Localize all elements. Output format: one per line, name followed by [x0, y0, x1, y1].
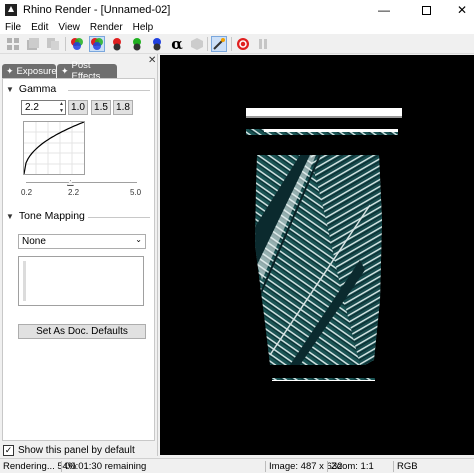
- green-ball-icon: [133, 38, 141, 51]
- menu-bar: File Edit View Render Help: [0, 20, 474, 34]
- divider: [68, 90, 150, 91]
- wand-button[interactable]: [211, 36, 227, 52]
- gamma-curve: [23, 121, 85, 175]
- slider-tick-mid: 2.2: [68, 188, 80, 197]
- maximize-button[interactable]: [408, 0, 444, 20]
- star-icon: ✦: [61, 65, 69, 76]
- tone-mapping-section-header[interactable]: ▼ Tone Mapping: [6, 210, 152, 222]
- rendered-image: [246, 108, 402, 381]
- window-title: Rhino Render - [Unnamed-02]: [23, 4, 171, 16]
- gamma-spinner[interactable]: ▲ ▼: [58, 101, 65, 114]
- tone-mapping-select[interactable]: None ⌄: [18, 234, 146, 249]
- status-separator: [265, 461, 266, 472]
- render-viewport[interactable]: [160, 55, 474, 455]
- tone-mapping-settings-box: [18, 256, 144, 306]
- tone-mapping-header-label: Tone Mapping: [18, 210, 85, 222]
- vase-foot-highlight: [272, 380, 375, 381]
- color-mode-text: RGB: [397, 461, 418, 472]
- vase-rim-shadow: [246, 116, 402, 118]
- tone-settings-scrollbar: [23, 261, 26, 301]
- show-panel-checkbox[interactable]: ✓: [3, 445, 14, 456]
- rgb-all-icon: [91, 38, 103, 50]
- spin-down-icon: ▼: [59, 107, 64, 114]
- grid-button[interactable]: [5, 36, 21, 52]
- collapse-icon: ▼: [6, 84, 14, 94]
- minimize-button[interactable]: —: [366, 0, 402, 20]
- menu-help[interactable]: Help: [128, 22, 159, 33]
- tab-exposure[interactable]: ✦ Exposure: [2, 64, 57, 78]
- material-icon: [191, 38, 203, 50]
- copy-icon: [27, 38, 39, 50]
- menu-render[interactable]: Render: [85, 22, 128, 33]
- grid-icon: [7, 38, 19, 50]
- vase-ring-highlight: [264, 129, 398, 132]
- slider-tick-min: 0.2: [21, 188, 33, 197]
- copy-button[interactable]: [25, 36, 41, 52]
- maximize-icon: [421, 5, 431, 15]
- minimize-icon: —: [378, 3, 390, 17]
- duplicate-icon: [47, 38, 59, 50]
- toolbar-separator: [231, 37, 232, 51]
- alpha-button[interactable]: α: [169, 35, 185, 53]
- toolbar-separator: [65, 37, 66, 51]
- menu-file[interactable]: File: [0, 22, 26, 33]
- stop-icon: [237, 38, 249, 50]
- close-button[interactable]: ✕: [444, 0, 474, 20]
- gamma-1.8-button[interactable]: 1.8: [113, 100, 133, 115]
- vase-rim-top: [246, 108, 402, 116]
- vase-body: [255, 155, 382, 365]
- slider-tick-max: 5.0: [130, 188, 142, 197]
- tone-mapping-value: None: [22, 236, 46, 247]
- show-panel-checkbox-row[interactable]: ✓ Show this panel by default: [3, 445, 135, 456]
- status-separator: [61, 461, 62, 472]
- material-button[interactable]: [189, 36, 205, 52]
- close-icon: ✕: [456, 3, 468, 17]
- wand-icon: [213, 38, 225, 50]
- time-remaining-text: 00:01:30 remaining: [65, 461, 147, 472]
- pause-button[interactable]: [255, 36, 271, 52]
- spin-up-icon: ▲: [59, 101, 64, 108]
- alpha-icon: α: [171, 35, 183, 53]
- rhino-render-window: Rhino Render - [Unnamed-02] — ✕ File Edi…: [0, 0, 474, 473]
- menu-edit[interactable]: Edit: [26, 22, 53, 33]
- stop-button[interactable]: [235, 36, 251, 52]
- blue-ball-icon: [153, 38, 161, 51]
- panel-tabs: ✦ Exposure ✦ Post Effects: [0, 60, 158, 82]
- gamma-section-header[interactable]: ▼ Gamma: [6, 83, 152, 95]
- red-ball-icon: [113, 38, 121, 51]
- gamma-value: 2.2: [25, 102, 39, 113]
- blue-channel-button[interactable]: [149, 36, 165, 52]
- status-separator: [327, 461, 328, 472]
- rgb-all-button[interactable]: [89, 36, 105, 52]
- star-icon: ✦: [6, 65, 14, 76]
- status-bar: Rendering... 54% 00:01:30 remaining Imag…: [0, 458, 474, 473]
- gamma-1.5-button[interactable]: 1.5: [91, 100, 111, 115]
- divider: [88, 217, 150, 218]
- chevron-down-icon: ⌄: [135, 235, 142, 244]
- rgb-channel-icon: [71, 38, 83, 50]
- rgb-button[interactable]: [69, 36, 85, 52]
- pause-icon: [259, 39, 267, 49]
- title-bar: Rhino Render - [Unnamed-02] — ✕: [0, 0, 474, 20]
- tab-post-effects[interactable]: ✦ Post Effects: [57, 60, 117, 82]
- toolbar: α: [0, 34, 474, 54]
- toolbar-separator: [207, 37, 208, 51]
- set-as-doc-defaults-button[interactable]: Set As Doc. Defaults: [18, 324, 146, 339]
- duplicate-button[interactable]: [45, 36, 61, 52]
- green-channel-button[interactable]: [129, 36, 145, 52]
- gamma-1.0-button[interactable]: 1.0: [68, 100, 88, 115]
- tab-label: Exposure: [16, 65, 57, 77]
- gamma-header-label: Gamma: [18, 83, 57, 95]
- menu-view[interactable]: View: [53, 22, 85, 33]
- show-panel-label: Show this panel by default: [18, 445, 135, 456]
- gamma-curve-graph: [23, 121, 85, 175]
- collapse-icon: ▼: [6, 211, 14, 221]
- zoom-text: Zoom: 1:1: [331, 461, 374, 472]
- rhino-app-icon: [5, 4, 17, 16]
- red-channel-button[interactable]: [109, 36, 125, 52]
- checkmark-icon: ✓: [4, 445, 13, 455]
- gamma-slider-track[interactable]: [26, 182, 137, 183]
- status-separator: [393, 461, 394, 472]
